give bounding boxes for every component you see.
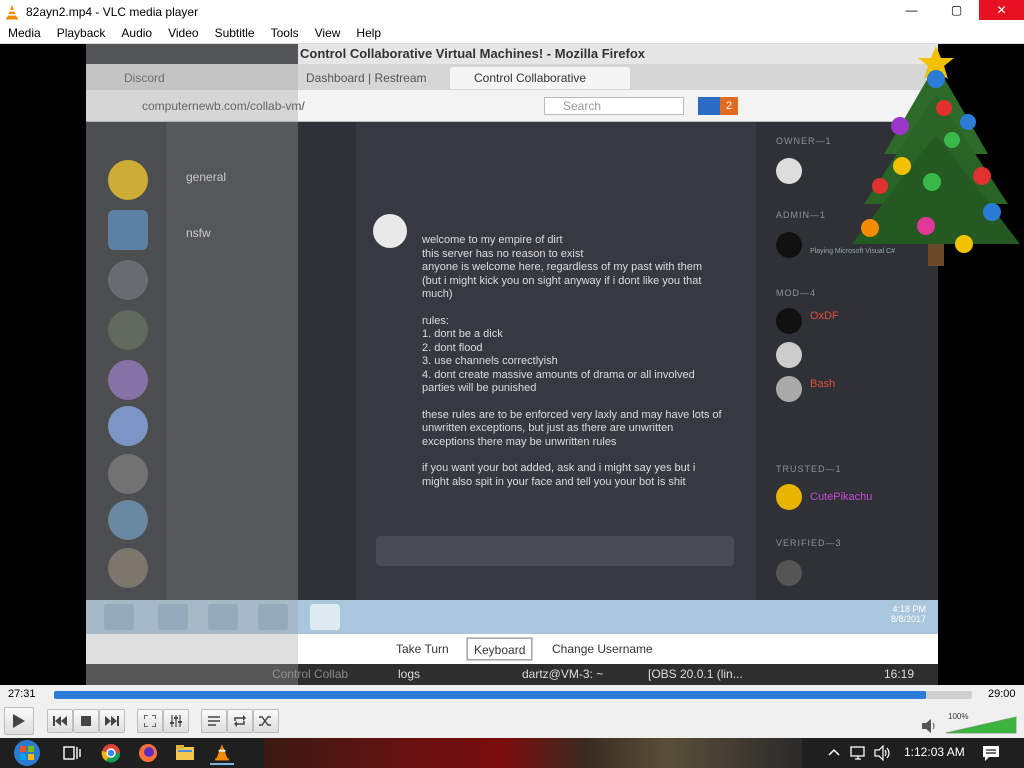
- change-username-button: Change Username: [552, 642, 653, 656]
- firefox-icon: [139, 744, 157, 762]
- chrome-taskbar-button[interactable]: [99, 741, 123, 765]
- role-admin: ADMIN—1: [776, 210, 827, 220]
- menu-tools[interactable]: Tools: [263, 26, 307, 40]
- mail-count: 2: [720, 97, 738, 115]
- shuffle-button[interactable]: [253, 709, 279, 733]
- keyboard-button: Keyboard: [467, 638, 533, 660]
- windows-taskbar: 1:12:03 AM: [0, 738, 1024, 768]
- browser-search: Search: [544, 97, 684, 115]
- message-text: if you want your bot added, ask and i mi…: [422, 462, 696, 488]
- message-text: rules: 1. dont be a dick 2. dont flood 3. u…: [422, 314, 695, 395]
- playlist-button[interactable]: [201, 709, 227, 733]
- menu-video[interactable]: Video: [160, 26, 206, 40]
- menu-view[interactable]: View: [307, 26, 349, 40]
- taskbar-clock[interactable]: 1:12:03 AM: [904, 745, 965, 759]
- stop-button[interactable]: [73, 709, 99, 733]
- menu-media[interactable]: Media: [0, 26, 49, 40]
- firefox-taskbar-button[interactable]: [136, 741, 160, 765]
- window-title: 82ayn2.mp4 - VLC media player: [26, 4, 199, 19]
- member-item: [776, 342, 936, 368]
- member-item: Bash: [776, 376, 936, 402]
- task-view-button[interactable]: [60, 741, 84, 765]
- next-button[interactable]: [99, 709, 125, 733]
- chrome-icon: [101, 744, 121, 763]
- role-mod: MOD—4: [776, 288, 817, 298]
- close-button[interactable]: ✕: [979, 0, 1024, 20]
- tab-restream: Dashboard | Restream: [306, 71, 427, 85]
- volume-icon[interactable]: [874, 745, 892, 761]
- tab-collabvm: Control Collaborative: [450, 67, 630, 89]
- fullscreen-button[interactable]: [137, 709, 163, 733]
- playlist-icon: [208, 716, 220, 726]
- message-input: [376, 536, 734, 566]
- panel-clock: 16:19: [884, 667, 915, 681]
- menu-bar: Media Playback Audio Video Subtitle Tool…: [0, 23, 1024, 44]
- vlc-cone-icon: [215, 744, 229, 761]
- start-button[interactable]: [10, 739, 44, 767]
- previous-button[interactable]: [47, 709, 73, 733]
- notifications-icon[interactable]: [982, 745, 1000, 762]
- menu-help[interactable]: Help: [348, 26, 389, 40]
- vlc-taskbar-button[interactable]: [210, 741, 234, 765]
- avatar: [373, 214, 407, 248]
- windows-logo-icon: [14, 740, 40, 766]
- play-button[interactable]: [4, 707, 34, 735]
- christmas-tree-icon: [852, 46, 1020, 266]
- volume-wedge: [945, 716, 1017, 734]
- role-verified: VERIFIED—3: [776, 538, 842, 548]
- vlc-cone-icon: [6, 4, 18, 19]
- role-owner: OWNER—1: [776, 136, 832, 146]
- maximize-button[interactable]: ▢: [934, 0, 979, 20]
- firefox-title: Control Collaborative Virtual Machines! …: [298, 44, 938, 64]
- file-explorer-button[interactable]: [173, 741, 197, 765]
- guest-clock: 4:18 PM 8/8/2017: [890, 604, 926, 624]
- volume-slider[interactable]: 100%: [944, 712, 1018, 734]
- panel-item: logs: [398, 667, 421, 681]
- seek-progress: [54, 691, 927, 699]
- chrome-icon: [310, 604, 340, 630]
- mail-icon: 2: [698, 97, 738, 115]
- previous-icon: [53, 716, 67, 726]
- message-text: these rules are to be enforced very laxl…: [422, 408, 722, 448]
- member-item: CutePikachu: [776, 484, 936, 510]
- panel-item: dartz@VM-3: ~: [522, 667, 604, 681]
- message-text: welcome to my empire of dirt this server …: [422, 234, 703, 300]
- extended-settings-button[interactable]: [163, 709, 189, 733]
- title-bar: 82ayn2.mp4 - VLC media player — ▢ ✕: [0, 0, 1024, 23]
- seek-slider[interactable]: [54, 691, 972, 699]
- network-icon[interactable]: [850, 745, 868, 761]
- member-item: OxDF: [776, 308, 936, 334]
- video-area[interactable]: Control Collaborative Virtual Machines! …: [0, 44, 1024, 685]
- equalizer-icon: [170, 715, 182, 727]
- member-item: [776, 560, 936, 586]
- role-trusted: TRUSTED—1: [776, 464, 842, 474]
- video-overlay: [86, 44, 298, 685]
- speaker-icon[interactable]: [922, 719, 938, 733]
- message-body: welcome to my empire of dirt this server …: [422, 234, 722, 502]
- shuffle-icon: [259, 716, 271, 726]
- playback-controls: 100%: [0, 705, 1024, 738]
- panel-item: [OBS 20.0.1 (lin...: [648, 667, 743, 681]
- taskbar-background-strip: [264, 738, 802, 768]
- total-time: 29:00: [988, 688, 1016, 700]
- chat-pane: welcome to my empire of dirt this server …: [356, 122, 756, 600]
- folder-icon: [176, 745, 194, 760]
- menu-audio[interactable]: Audio: [113, 26, 160, 40]
- fullscreen-icon: [144, 715, 156, 727]
- minimize-button[interactable]: —: [889, 0, 934, 20]
- task-view-icon: [63, 746, 81, 760]
- chevron-up-icon[interactable]: [828, 748, 840, 756]
- seek-bar: 27:31 29:00: [0, 685, 1024, 705]
- menu-playback[interactable]: Playback: [49, 26, 114, 40]
- elapsed-time: 27:31: [8, 688, 36, 700]
- menu-subtitle[interactable]: Subtitle: [207, 26, 263, 40]
- loop-button[interactable]: [227, 709, 253, 733]
- play-icon: [13, 714, 25, 728]
- next-icon: [105, 716, 119, 726]
- stop-icon: [81, 716, 91, 726]
- loop-icon: [234, 715, 246, 727]
- take-turn-button: Take Turn: [396, 642, 449, 656]
- video-frame: Control Collaborative Virtual Machines! …: [86, 44, 938, 685]
